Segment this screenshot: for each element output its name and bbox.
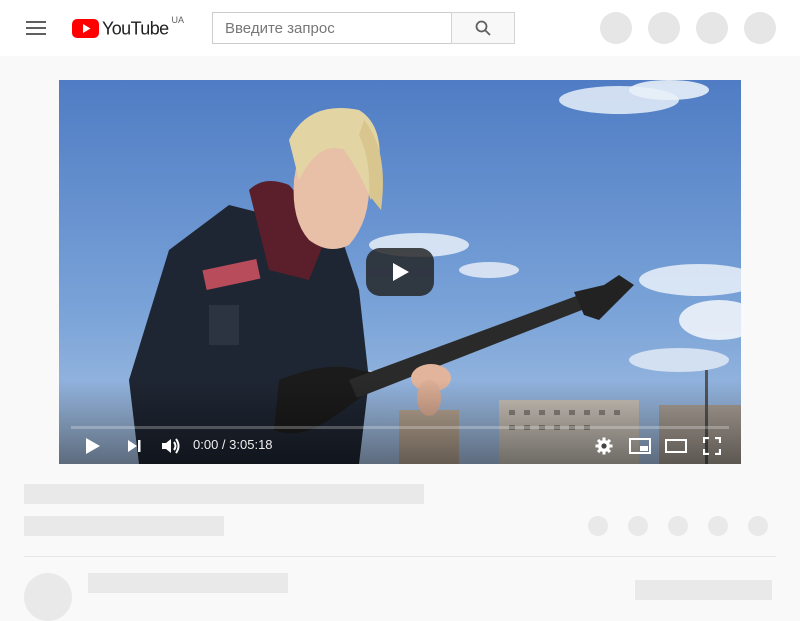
fullscreen-button[interactable] (698, 434, 726, 458)
mute-button[interactable] (157, 434, 185, 458)
settings-button[interactable] (590, 434, 618, 458)
miniplayer-icon (629, 438, 651, 454)
fullscreen-icon (703, 437, 721, 455)
avatar-placeholder[interactable] (744, 12, 776, 44)
play-icon (393, 263, 409, 281)
play-button[interactable] (79, 434, 107, 458)
search-icon (475, 20, 491, 36)
search-input[interactable] (212, 12, 451, 44)
theater-mode-button[interactable] (662, 434, 690, 458)
action-button-placeholder[interactable] (628, 516, 648, 536)
skip-next-icon (128, 440, 141, 452)
time-separator: / (218, 437, 230, 452)
action-button-placeholder[interactable] (708, 516, 728, 536)
current-time: 0:00 (193, 437, 219, 452)
subscribe-button-placeholder[interactable] (635, 580, 772, 600)
guide-menu-button[interactable] (16, 16, 56, 40)
time-display: 0:00 / 3:05:18 (193, 437, 273, 452)
action-button-placeholder[interactable] (668, 516, 688, 536)
gear-icon (595, 437, 613, 455)
progress-bar[interactable] (71, 426, 729, 429)
channel-name-placeholder (88, 573, 288, 593)
header-button-placeholder[interactable] (600, 12, 632, 44)
youtube-play-logo-icon (72, 18, 99, 38)
search-button[interactable] (451, 12, 515, 44)
views-placeholder (24, 516, 224, 536)
duration: 3:05:18 (229, 437, 273, 452)
channel-avatar-placeholder[interactable] (24, 573, 72, 621)
large-play-button[interactable] (366, 248, 434, 296)
masthead: YouTube UA (0, 0, 800, 56)
speaker-icon (162, 438, 180, 454)
country-code: UA (171, 15, 185, 25)
miniplayer-button[interactable] (626, 434, 654, 458)
action-button-placeholder[interactable] (748, 516, 768, 536)
header-button-placeholder[interactable] (648, 12, 680, 44)
theater-mode-icon (665, 439, 687, 453)
divider (24, 556, 776, 557)
header-button-placeholder[interactable] (696, 12, 728, 44)
next-button[interactable] (120, 434, 148, 458)
hamburger-icon (26, 21, 46, 35)
youtube-logo[interactable]: YouTube UA (72, 15, 185, 40)
title-placeholder (24, 484, 424, 504)
action-button-placeholder[interactable] (588, 516, 608, 536)
video-player[interactable]: 0:00 / 3:05:18 (59, 80, 741, 464)
logo-text: YouTube (102, 16, 169, 38)
play-icon (86, 438, 100, 454)
